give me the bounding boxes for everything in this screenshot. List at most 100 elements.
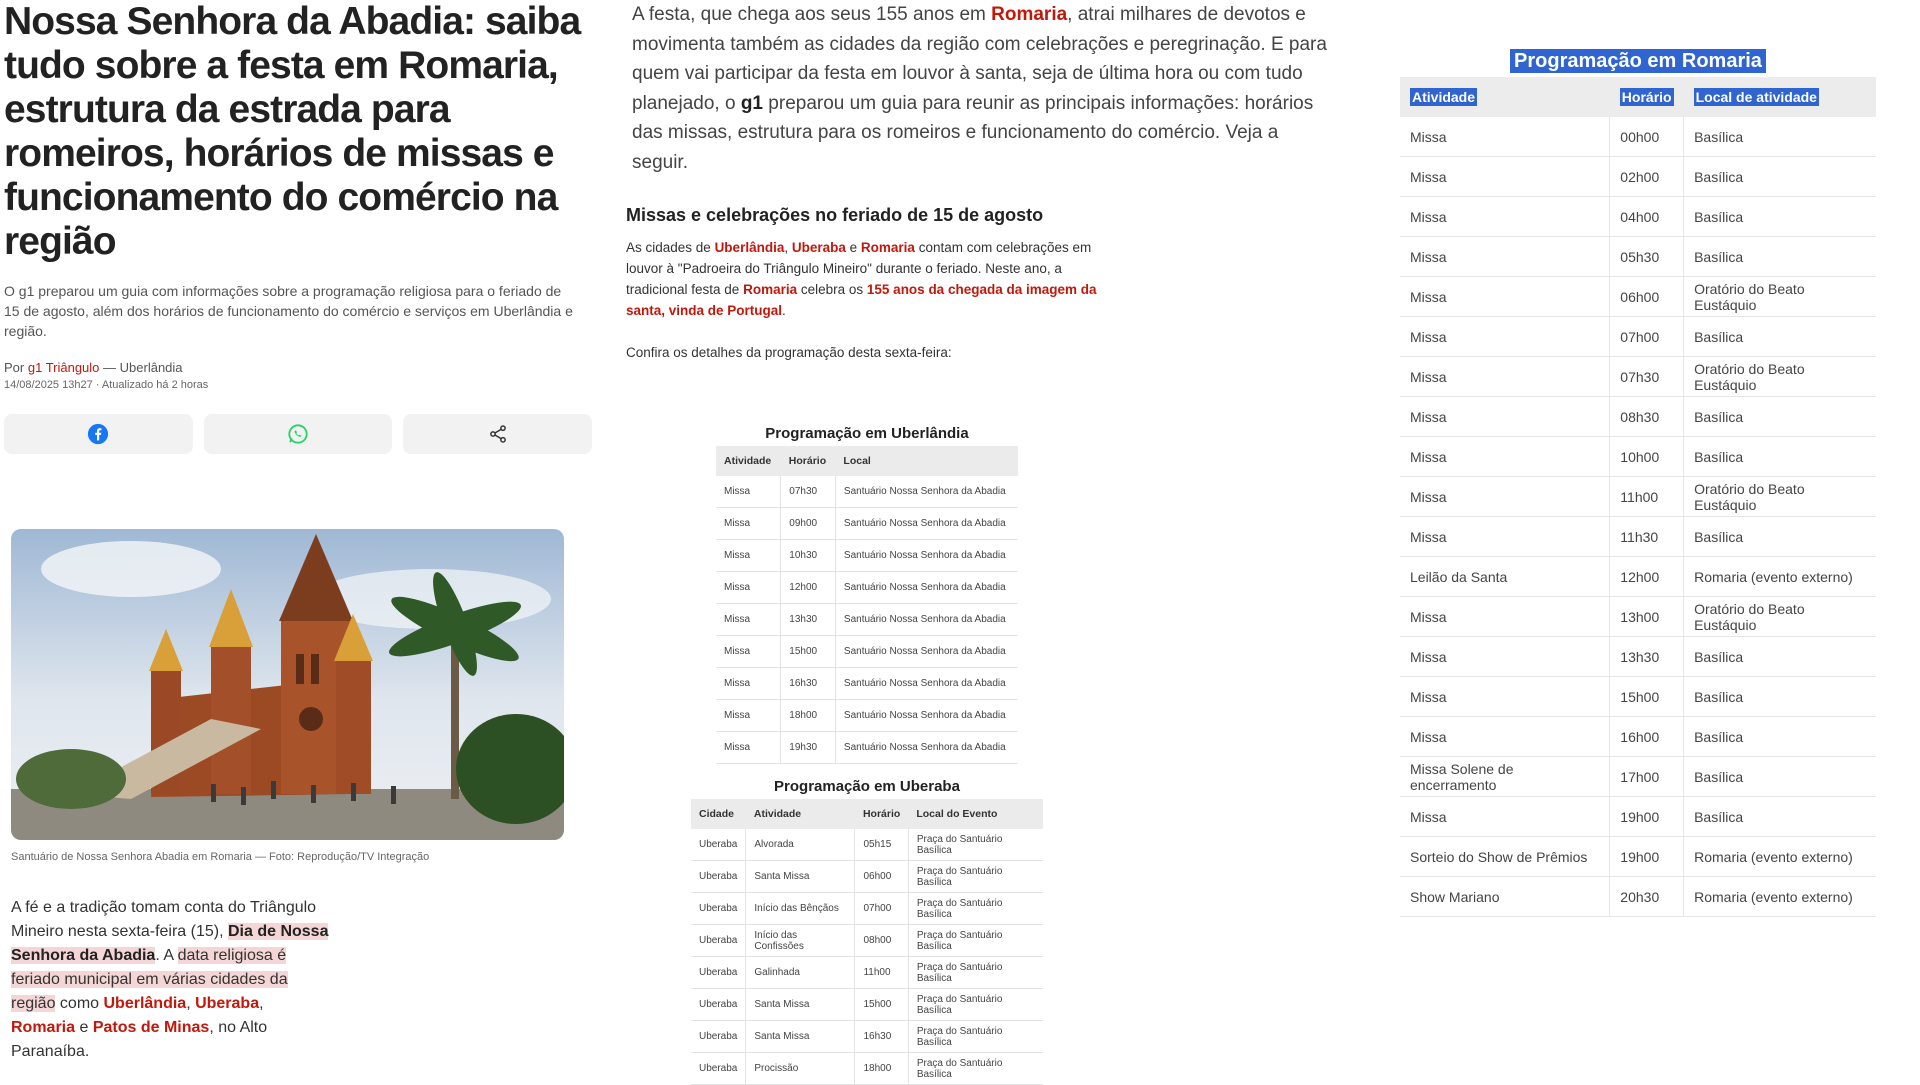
author-link[interactable]: g1 Triângulo: [28, 360, 100, 375]
table-cell: Missa: [716, 476, 782, 508]
table-cell: Uberaba: [691, 829, 747, 861]
table-header-cell: Horário: [780, 446, 836, 476]
table-cell: Praça do Santuário Basílica: [908, 988, 1043, 1021]
link-uberaba[interactable]: Uberaba: [792, 240, 846, 255]
table-cell: Santuário Nossa Senhora da Abadia: [835, 667, 1018, 700]
table-cell: 11h30: [1609, 516, 1685, 557]
table-cell: 07h30: [780, 476, 836, 508]
table-row: Uberaba Santa Missa 15h00 Praça do Santuári…: [691, 988, 1043, 1021]
table-cell: 16h30: [780, 667, 836, 700]
table-cell: Santuário Nossa Senhora da Abadia: [835, 635, 1018, 668]
table-cell: Missa: [716, 667, 782, 700]
table-row: Missa 07h00 Basílica: [1400, 316, 1876, 357]
table-cell: Praça do Santuário Basílica: [908, 829, 1043, 861]
lead-paragraph: A fé e a tradição tomam conta do Triângu…: [11, 896, 331, 1064]
share-icon: [489, 425, 506, 443]
table-cell: Missa: [1400, 636, 1611, 677]
table-cell: 19h30: [780, 731, 836, 764]
table-cell: Missa: [1400, 316, 1611, 357]
link-romaria[interactable]: Romaria: [11, 1019, 75, 1036]
table-row: Missa 15h00 Santuário Nossa Senhora da Aba…: [716, 635, 1018, 668]
facebook-share-button[interactable]: [4, 414, 193, 454]
table-cell: 09h00: [780, 507, 836, 540]
table-cell: Oratório do Beato Eustáquio: [1683, 596, 1876, 637]
article-photo[interactable]: [11, 529, 564, 840]
table-cell: Basílica: [1683, 436, 1876, 477]
table-cell: Basílica: [1683, 516, 1876, 557]
table-cell: Santuário Nossa Senhora da Abadia: [835, 571, 1018, 604]
table-cell: Basílica: [1683, 316, 1876, 357]
table-cell: Missa: [1400, 516, 1611, 557]
intro-text: A festa, que chega aos seus 155 anos em: [632, 4, 992, 25]
table-cell: 10h00: [1609, 436, 1685, 477]
table-cell: 07h30: [1609, 356, 1685, 397]
table-cell: 15h00: [780, 635, 836, 668]
link-romaria[interactable]: Romaria: [861, 240, 915, 255]
table-cell: 11h00: [854, 956, 909, 989]
table-cell: Basílica: [1683, 117, 1876, 157]
basilica-photo: [11, 529, 564, 840]
table-row: Missa 19h30 Santuário Nossa Senhora da Aba…: [716, 731, 1018, 764]
table-cell: Missa: [1400, 396, 1611, 437]
section-text: .: [782, 303, 786, 318]
header-label: Horário: [788, 455, 827, 467]
section-text: e: [845, 240, 861, 255]
table-row: Uberaba Santa Missa 16h30 Praça do Santuári…: [691, 1020, 1043, 1053]
table-row: Missa 16h00 Basílica: [1400, 716, 1876, 757]
photo-caption: Santuário de Nossa Senhora Abadia em Rom…: [11, 851, 430, 863]
table-cell: Uberaba: [691, 924, 747, 957]
table-row: Missa 15h00 Basílica: [1400, 676, 1876, 717]
table-cell: Basílica: [1683, 676, 1876, 717]
section-text: celebra os: [797, 282, 867, 297]
table-cell: Romaria (evento externo): [1683, 876, 1876, 917]
link-patos-de-minas[interactable]: Patos de Minas: [93, 1019, 209, 1036]
table-row: Missa 11h00 Oratório do Beato Eustáquio: [1400, 476, 1876, 517]
table-cell: 06h00: [854, 860, 909, 893]
confira-text: Confira os detalhes da programação desta…: [626, 345, 952, 360]
table-cell: Basílica: [1683, 796, 1876, 837]
table-cell: Santuário Nossa Senhora da Abadia: [835, 699, 1018, 732]
table-row: Missa 18h00 Santuário Nossa Senhora da Aba…: [716, 699, 1018, 732]
link-uberaba[interactable]: Uberaba: [195, 995, 259, 1012]
table-cell: Uberaba: [691, 860, 747, 893]
table-cell: 16h30: [854, 1020, 909, 1053]
table-header-cell: Atividade: [1400, 77, 1610, 117]
table-cell: 13h00: [1609, 596, 1685, 637]
table-cell: 11h00: [1609, 476, 1685, 517]
generic-share-button[interactable]: [403, 414, 593, 454]
table-cell: 13h30: [1609, 636, 1685, 677]
table-cell: Início das Confissões: [745, 924, 856, 957]
intro-paragraph: A festa, que chega aos seus 155 anos em …: [626, 0, 1332, 177]
romaria-schedule: Programação em Romaria Atividade Horário L…: [1400, 49, 1876, 917]
section-text: As cidades de: [626, 240, 715, 255]
table-header-cell: Local de atividade: [1683, 77, 1876, 117]
table-row: Uberaba Alvorada 05h15 Praça do Santuário B…: [691, 829, 1043, 861]
header-label: Local: [843, 455, 871, 467]
uberaba-table-title: Programação em Uberaba: [774, 778, 960, 795]
table-cell: Santa Missa: [745, 1020, 856, 1053]
link-romaria[interactable]: Romaria: [743, 282, 797, 297]
table-cell: Missa: [716, 731, 782, 764]
table-cell: 05h30: [1609, 236, 1685, 277]
table-cell: 19h00: [1609, 796, 1685, 837]
table-cell: 02h00: [1609, 156, 1685, 197]
header-label: Local de atividade: [1693, 88, 1819, 106]
table-cell: Uberaba: [691, 1020, 747, 1053]
table-cell: Praça do Santuário Basílica: [908, 860, 1043, 893]
table-cell: Missa: [716, 699, 782, 732]
table-cell: Missa: [716, 571, 782, 604]
table-cell: Leilão da Santa: [1400, 556, 1611, 597]
headline: Nossa Senhora da Abadia: saiba tudo sobr…: [4, 0, 581, 263]
link-romaria[interactable]: Romaria: [991, 4, 1067, 25]
link-uberlandia[interactable]: Uberlândia: [104, 995, 187, 1012]
table-cell: Santuário Nossa Senhora da Abadia: [835, 507, 1018, 540]
table-cell: Romaria (evento externo): [1683, 556, 1876, 597]
link-uberlandia[interactable]: Uberlândia: [715, 240, 785, 255]
table-header-cell: Horário: [854, 799, 909, 829]
table-cell: Santuário Nossa Senhora da Abadia: [835, 603, 1018, 636]
whatsapp-share-button[interactable]: [203, 414, 393, 454]
table-cell: Missa: [1400, 117, 1611, 157]
uberlandia-schedule: Programação em Uberlândia Atividade Horár…: [716, 425, 1018, 764]
table-cell: 19h00: [1609, 836, 1685, 877]
table-cell: Missa: [1400, 716, 1611, 757]
